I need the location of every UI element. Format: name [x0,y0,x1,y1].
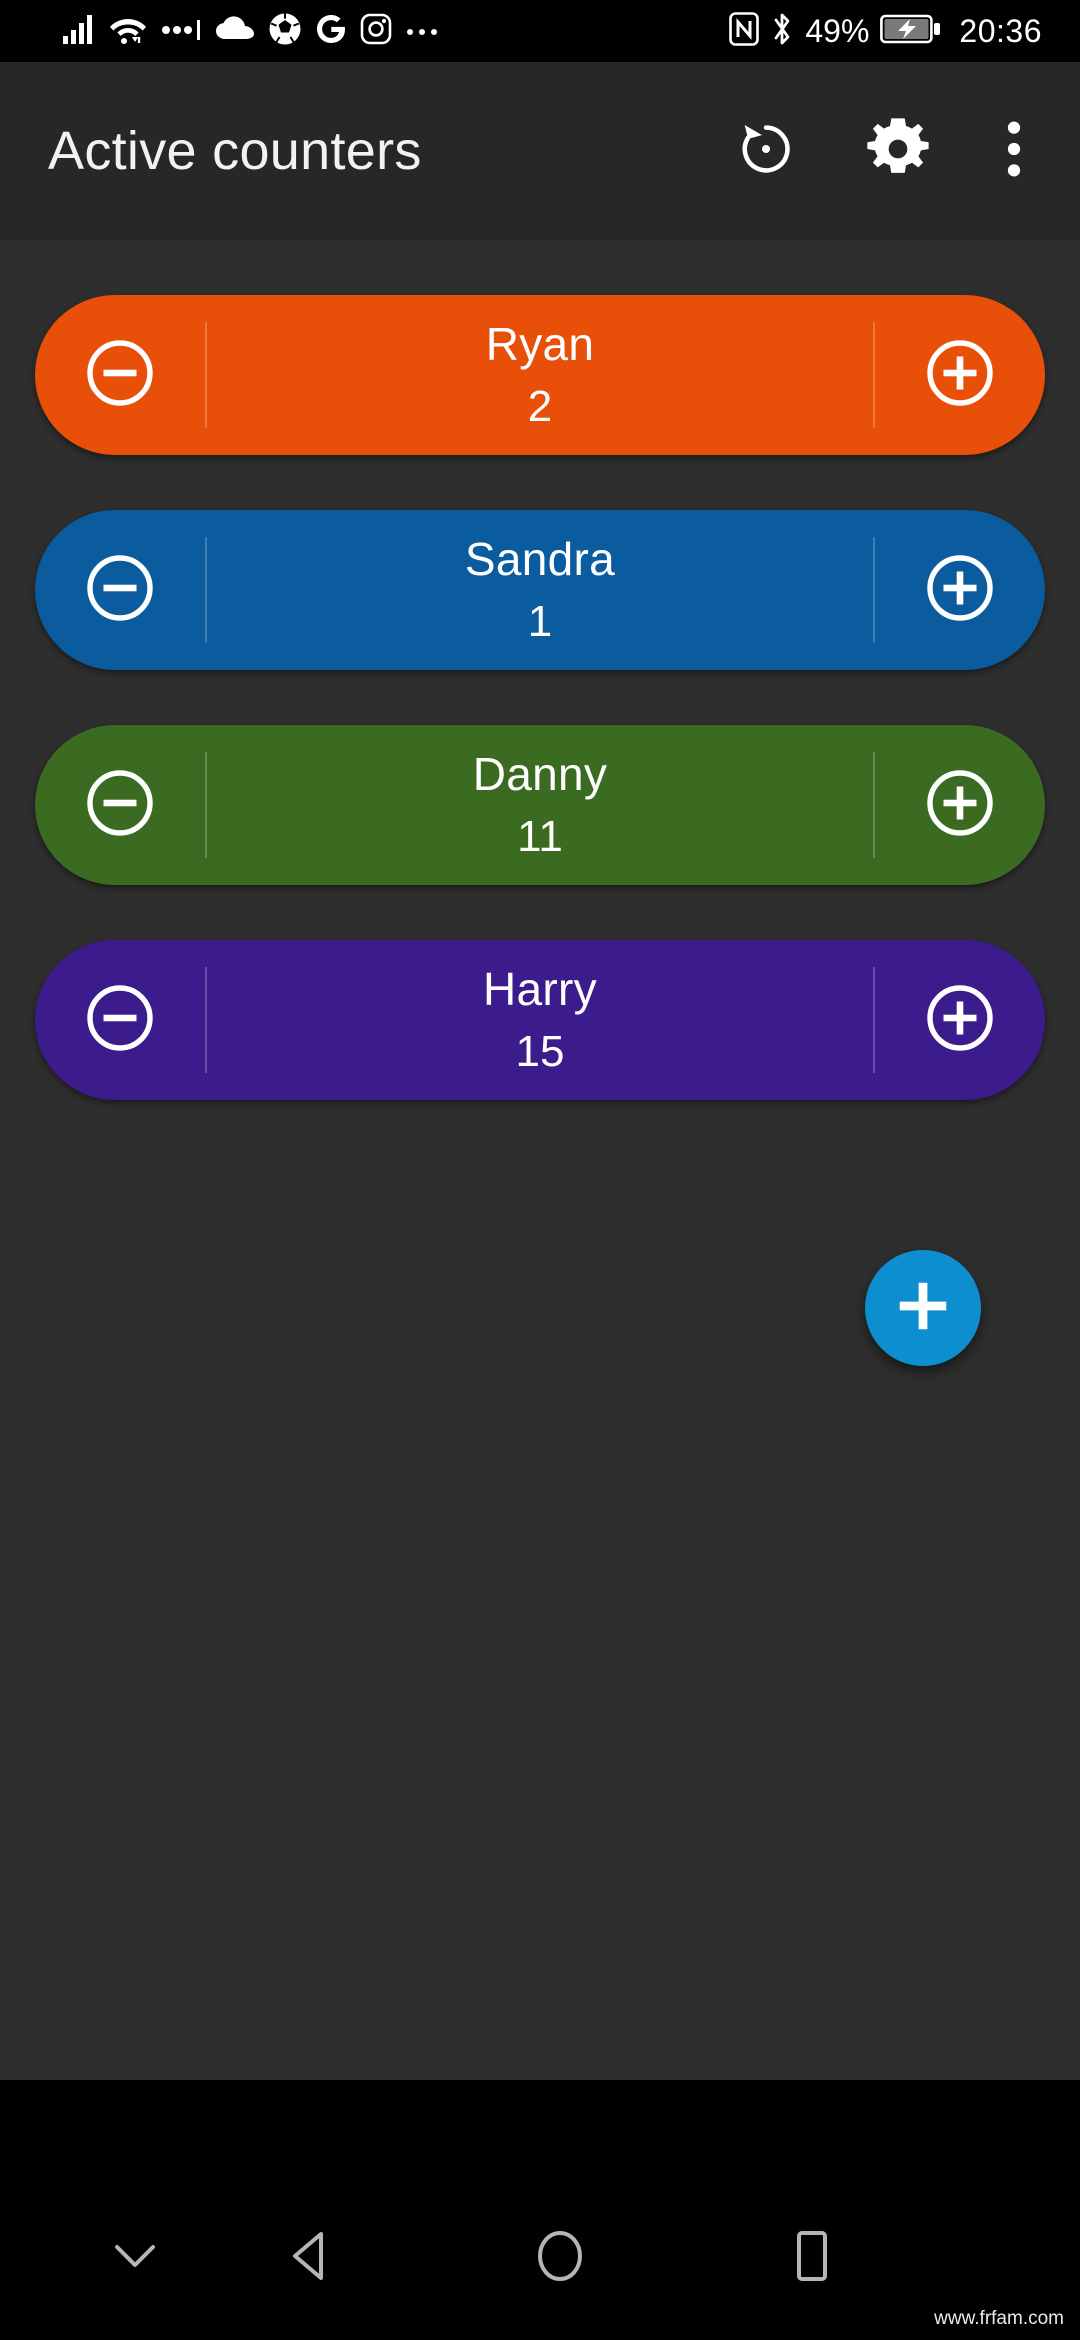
plus-icon [892,1275,954,1342]
counter-name: Sandra [464,533,616,585]
hide-navbar-icon [111,2241,159,2276]
counter-info[interactable]: Sandra 1 [207,510,873,670]
counter-info[interactable]: Ryan 2 [207,295,873,455]
battery-charging-icon [880,13,942,50]
counter-value: 15 [515,1027,565,1076]
app-bar-actions [714,99,1050,203]
overflow-menu-button[interactable] [978,99,1050,203]
increment-button[interactable] [875,510,1045,670]
hide-navbar-button[interactable] [80,2213,190,2303]
counter-value: 2 [527,382,553,431]
bluetooth-icon [770,11,794,52]
counter-card[interactable]: Danny 11 [35,725,1045,885]
counter-info[interactable]: Harry 15 [207,940,873,1100]
decrement-button[interactable] [35,295,205,455]
counter-value: 1 [527,597,553,646]
minus-circle-icon [84,982,156,1059]
soccer-ball-icon [268,12,302,51]
minus-circle-icon [84,552,156,629]
counter-name: Danny [472,748,608,800]
counter-card[interactable]: Sandra 1 [35,510,1045,670]
decrement-button[interactable] [35,725,205,885]
back-icon [287,2230,333,2287]
minus-circle-icon [84,337,156,414]
plus-circle-icon [924,982,996,1059]
home-button[interactable] [505,2213,615,2303]
nfc-icon [729,11,760,51]
counter-card[interactable]: Harry 15 [35,940,1045,1100]
status-bar-system-icons: 49% 20:36 [729,11,1042,52]
decrement-button[interactable] [35,940,205,1100]
cellular-data-icon [160,18,202,45]
app-bar: Active counters [0,62,1080,240]
counter-name: Harry [483,963,597,1015]
status-bar: 49% 20:36 [0,0,1080,62]
plus-circle-icon [924,767,996,844]
reset-counters-button[interactable] [714,99,818,203]
decrement-button[interactable] [35,510,205,670]
counter-list: Ryan 2 Sandra 1 Danny 11 Harry 15 [0,295,1080,1155]
more-notifications-icon [405,22,439,41]
increment-button[interactable] [875,295,1045,455]
status-bar-notification-icons [62,12,439,51]
wifi-icon [109,13,147,50]
status-bar-clock: 20:36 [959,12,1042,49]
overflow-menu-icon [1006,116,1022,187]
page-title: Active counters [48,121,422,181]
counter-card[interactable]: Ryan 2 [35,295,1045,455]
signal-bars-icon [62,14,96,49]
battery-percent-label: 49% [805,12,870,49]
gear-icon [863,114,933,189]
increment-button[interactable] [875,940,1045,1100]
restore-icon [734,117,798,186]
minus-circle-icon [84,767,156,844]
counter-info[interactable]: Danny 11 [207,725,873,885]
add-counter-fab[interactable] [865,1250,981,1366]
watermark: www.frfam.com [934,2308,1064,2329]
back-button[interactable] [255,2213,365,2303]
google-g-icon [315,13,347,50]
recents-button[interactable] [757,2213,867,2303]
counter-value: 11 [517,812,563,861]
plus-circle-icon [924,552,996,629]
plus-circle-icon [924,337,996,414]
content-area: Ryan 2 Sandra 1 Danny 11 Harry 15 [0,240,1080,2080]
recents-icon [789,2229,835,2288]
counter-name: Ryan [485,318,595,370]
system-navigation-bar: www.frfam.com [0,2080,1080,2340]
settings-button[interactable] [846,99,950,203]
cloud-icon [215,15,255,48]
home-icon [534,2229,586,2288]
increment-button[interactable] [875,725,1045,885]
instagram-icon [360,13,392,50]
